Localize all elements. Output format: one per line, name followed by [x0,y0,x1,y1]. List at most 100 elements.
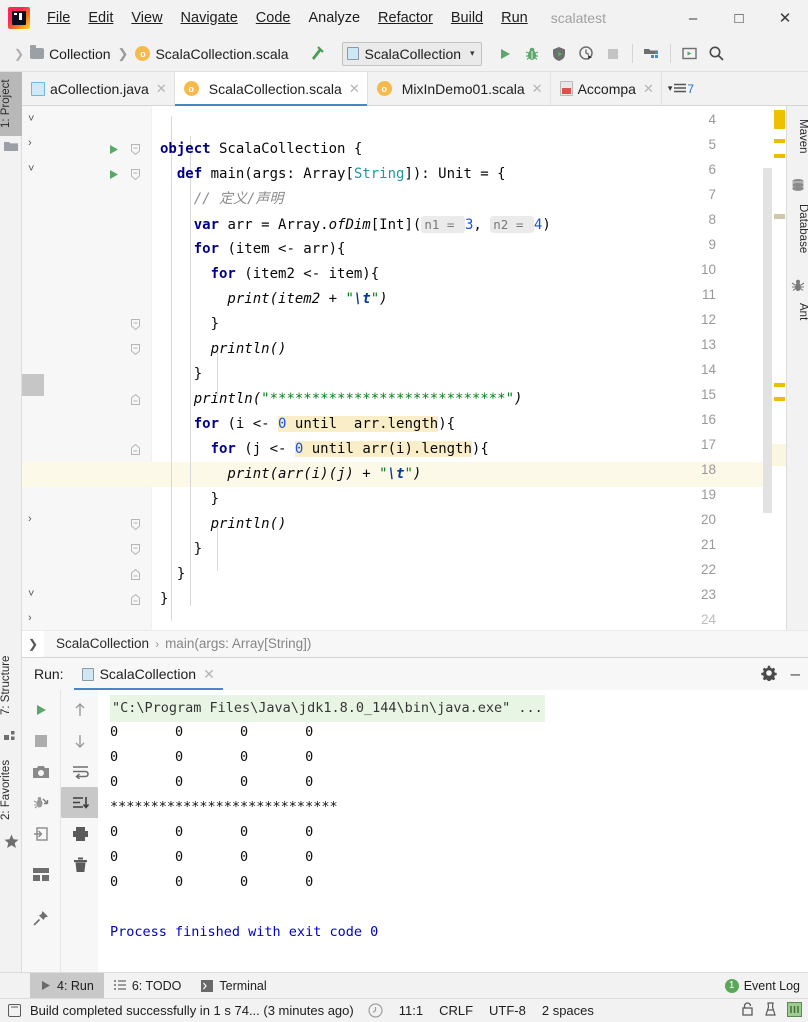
run-with-coverage-button[interactable] [546,40,573,67]
event-log-button[interactable]: 1 Event Log [724,978,800,993]
editor-error-stripe[interactable] [772,106,786,630]
stripe-mark-match[interactable] [774,154,785,158]
gear-icon[interactable] [760,665,777,684]
fold-marker-end-23[interactable] [128,612,142,630]
run-panel-tab[interactable]: ScalaCollection ✕ [73,658,224,690]
dump-threads-button[interactable] [22,787,60,818]
tab-close-icon[interactable]: ✕ [349,81,360,97]
menu-item-run[interactable]: Run [492,6,537,30]
fold-marker-expanded[interactable] [128,337,142,362]
tab-overflow-button[interactable]: ▾ 7 [662,72,700,105]
fold-marker-end[interactable] [128,437,142,462]
pin-tab-button[interactable] [22,902,60,933]
debug-button[interactable] [519,40,546,67]
breadcrumb-expand-chevron[interactable]: ❯ [22,630,44,657]
run-gutter-icon-object[interactable] [107,137,121,162]
clear-all-button[interactable] [61,849,99,880]
tab-acollection-java[interactable]: aCollection.java ✕ [22,72,175,105]
run-configuration-selector[interactable]: ScalaCollection ▾ [341,41,482,66]
memory-icon[interactable] [8,1004,21,1017]
sidebar-item-project[interactable]: 1: Project [0,72,22,136]
fold-marker-expanded[interactable] [128,137,142,162]
editor-scrollbar-thumb[interactable] [763,168,772,513]
sidebar-item-maven[interactable]: Maven [787,110,808,162]
screenshot-button[interactable] [22,756,60,787]
toolbar-breadcrumb-file[interactable]: o ScalaCollection.scala [135,46,289,62]
file-encoding[interactable]: UTF-8 [489,1003,526,1018]
stripe-mark-match[interactable] [774,139,785,143]
menu-item-analyze[interactable]: Analyze [299,6,369,30]
menu-item-view[interactable]: View [122,6,171,30]
search-everywhere-button[interactable] [703,40,730,67]
code-editor[interactable]: ˅ › ˅ › ˅ › 4 5 6 7 8 9 10 11 12 13 14 1… [22,106,786,630]
stop-button[interactable] [600,40,627,67]
fold-marker-expanded[interactable] [128,162,142,187]
breadcrumb-method[interactable]: main(args: Array[String]) [165,636,311,651]
soft-wrap-button[interactable] [61,756,99,787]
stop-button[interactable] [22,725,60,756]
fold-marker-end[interactable] [128,587,142,612]
minimize-panel-button[interactable]: – [791,664,800,684]
editor-collapse-chevron-top[interactable]: ˅ [28,113,34,125]
line-separator[interactable]: CRLF [439,1003,473,1018]
fold-marker-expanded[interactable] [128,512,142,537]
layout-button[interactable] [22,859,60,890]
editor-expand-chevron-5[interactable]: › [28,137,32,149]
fold-marker-expanded[interactable] [128,537,142,562]
tab-close-icon[interactable]: ✕ [643,81,654,97]
tab-mixindemo01-scala[interactable]: o MixInDemo01.scala ✕ [368,72,551,105]
rerun-button[interactable] [22,694,60,725]
run-gutter-icon-main[interactable] [107,162,121,187]
stripe-mark-warning[interactable] [774,110,785,129]
close-button[interactable]: ✕ [762,0,808,36]
menu-item-file[interactable]: File [38,6,79,30]
tab-close-icon[interactable]: ✕ [156,81,167,97]
fold-marker-end[interactable] [128,562,142,587]
sidebar-item-favorites[interactable]: 2: Favorites [0,750,22,830]
make-project-button[interactable] [303,40,330,67]
ide-mode-icon[interactable] [787,1001,802,1020]
tab-close-icon[interactable]: ✕ [532,81,543,97]
breadcrumb-class[interactable]: ScalaCollection [56,636,149,651]
bottom-item-todo[interactable]: 6: TODO [104,973,192,999]
run-panel-tab-close-icon[interactable]: ✕ [203,666,215,683]
tab-accompa[interactable]: Accompa ✕ [551,72,662,105]
menu-item-build[interactable]: Build [442,6,492,30]
sidebar-item-database[interactable]: Database [787,196,808,262]
stripe-mark-changed[interactable] [774,214,785,219]
maximize-button[interactable]: □ [716,0,762,36]
editor-expand-chevron-24[interactable]: › [28,612,32,624]
menu-item-edit[interactable]: Edit [79,6,122,30]
inspection-icon[interactable] [764,1001,777,1020]
editor-expand-chevron-20[interactable]: › [28,513,32,525]
editor-collapse-chevron-6[interactable]: ˅ [28,163,34,175]
editor-collapse-chevron-23[interactable]: ˅ [28,588,34,600]
project-structure-button[interactable] [638,40,665,67]
up-button[interactable] [61,694,99,725]
lock-icon[interactable] [741,1002,754,1019]
exit-button[interactable] [22,818,60,849]
updating-app-button[interactable] [676,40,703,67]
down-button[interactable] [61,725,99,756]
bottom-item-terminal[interactable]: Terminal [191,973,276,999]
toolbar-breadcrumb-collection[interactable]: Collection [30,45,111,62]
editor-code-area[interactable]: object ScalaCollection { def main(args: … [152,106,786,630]
sidebar-item-structure[interactable]: 7: Structure [0,647,22,723]
bottom-item-run[interactable]: 4: Run [30,972,104,999]
console-output[interactable]: "C:\Program Files\Java\jdk1.8.0_144\bin\… [98,690,808,973]
print-button[interactable] [61,818,99,849]
tab-scalacollection-scala[interactable]: o ScalaCollection.scala ✕ [174,72,368,106]
sidebar-item-ant[interactable]: Ant [787,296,808,328]
menu-item-code[interactable]: Code [247,6,300,30]
menu-item-refactor[interactable]: Refactor [369,6,442,30]
editor-scrollbar[interactable] [763,106,772,630]
stripe-mark-match[interactable] [774,397,785,401]
menu-item-navigate[interactable]: Navigate [172,6,247,30]
stripe-mark-match[interactable] [774,383,785,387]
minimize-button[interactable]: – [670,0,716,36]
indent-setting[interactable]: 2 spaces [542,1003,594,1018]
fold-marker-end[interactable] [128,387,142,412]
scroll-to-end-button[interactable] [61,787,99,818]
profile-button[interactable] [573,40,600,67]
run-button[interactable] [492,40,519,67]
